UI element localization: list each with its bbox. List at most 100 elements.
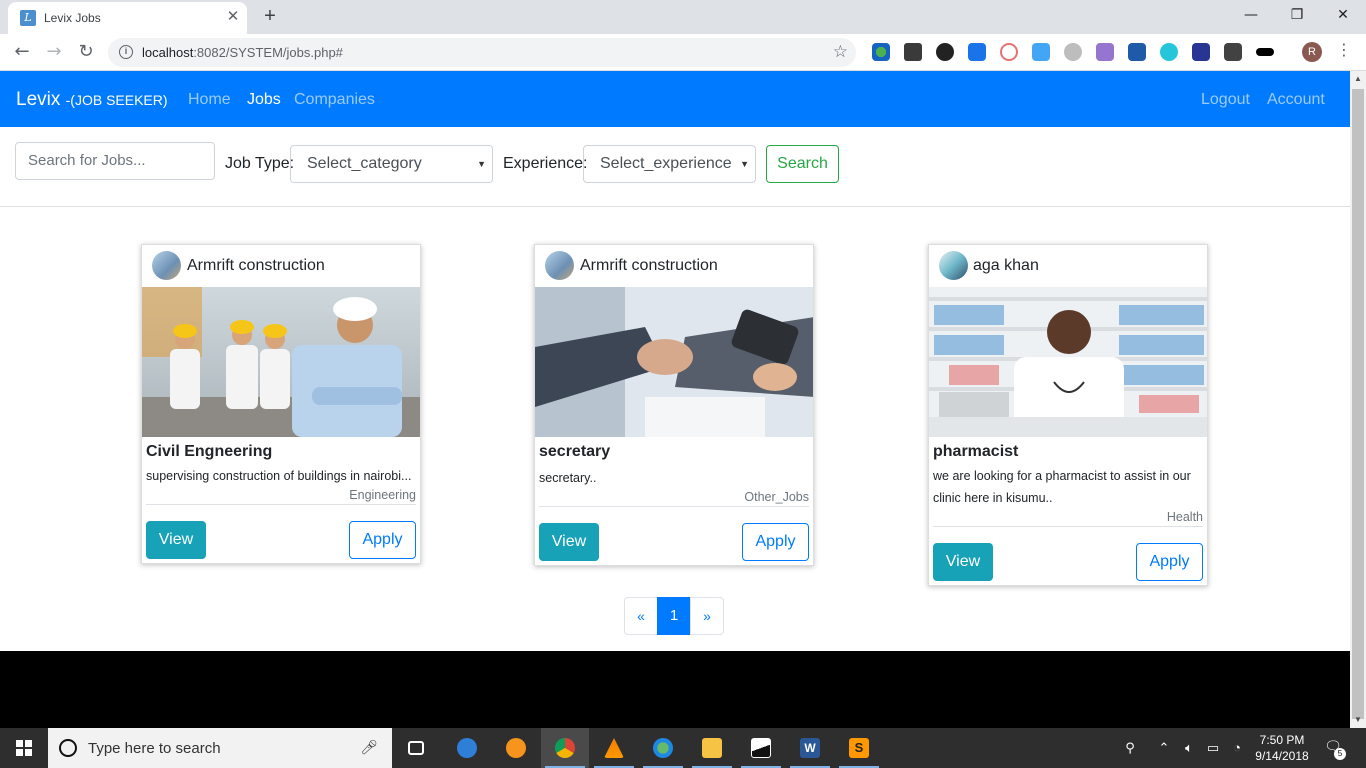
taskbar-globe-app[interactable]	[639, 728, 687, 768]
job-search-bar: Search for Jobs... Job Type: Select_cate…	[0, 127, 1350, 207]
scroll-down-icon[interactable]: ▼	[1350, 712, 1366, 728]
nav-companies[interactable]: Companies	[294, 91, 375, 109]
taskbar-photos[interactable]	[737, 728, 785, 768]
company-name: aga khan	[973, 257, 1039, 274]
profile-avatar[interactable]: R	[1302, 42, 1322, 62]
browser-tabstrip: L Levix Jobs ✕ + — ❐ ✕	[0, 0, 1366, 34]
people-icon[interactable]: ⚲	[1118, 728, 1142, 768]
job-description: we are looking for a pharmacist to assis…	[933, 469, 1191, 505]
extension-block-icon[interactable]	[1000, 43, 1018, 61]
site-favicon-icon: L	[20, 10, 36, 26]
pagination-next[interactable]: »	[690, 597, 724, 635]
search-jobs-input[interactable]: Search for Jobs...	[15, 142, 215, 180]
sublime-icon: S	[849, 738, 869, 758]
apply-job-button[interactable]: Apply	[742, 523, 809, 561]
action-center-icon[interactable]: 🗨︎ 5	[1322, 738, 1346, 760]
taskbar-sublime[interactable]: S	[835, 728, 883, 768]
wifi-icon[interactable]: ◔	[1226, 728, 1248, 768]
start-button[interactable]	[0, 728, 48, 768]
clock-date: 9/14/2018	[1255, 749, 1309, 763]
page-viewport: Levix -(JOB SEEKER) Home Jobs Companies …	[0, 71, 1350, 651]
dropdown-caret-icon: ▼	[740, 159, 749, 169]
pagination: « 1 »	[624, 597, 724, 635]
reload-icon[interactable]: ↻	[74, 40, 98, 64]
company-name: Armrift construction	[580, 257, 718, 274]
taskbar-search[interactable]: Type here to search 🎤︎	[48, 728, 392, 768]
job-title[interactable]: Civil Engneering	[146, 443, 416, 461]
restore-icon[interactable]: ❐	[1274, 0, 1320, 30]
company-avatar	[939, 251, 968, 280]
nav-home[interactable]: Home	[188, 91, 231, 109]
job-image-handshake	[535, 287, 813, 437]
brand[interactable]: Levix -(JOB SEEKER)	[16, 89, 168, 111]
scroll-thumb[interactable]	[1352, 89, 1364, 719]
show-hidden-icons-icon[interactable]: ⌃	[1154, 728, 1174, 768]
scroll-up-icon[interactable]: ▲	[1350, 71, 1366, 87]
system-clock[interactable]: 7:50 PM 9/14/2018	[1250, 732, 1314, 764]
new-tab-icon[interactable]: +	[258, 4, 282, 28]
volume-icon[interactable]: 🔈︎	[1178, 728, 1200, 768]
task-view-icon	[408, 741, 424, 755]
browser-tab[interactable]: L Levix Jobs ✕	[8, 2, 247, 34]
job-type-select[interactable]: Select_category ▼	[290, 145, 493, 183]
taskbar-file-explorer[interactable]	[688, 728, 736, 768]
dropdown-caret-icon: ▼	[477, 159, 486, 169]
experience-select[interactable]: Select_experience ▼	[583, 145, 756, 183]
view-job-button[interactable]: View	[539, 523, 599, 561]
extension-gear-icon[interactable]	[936, 43, 954, 61]
job-category: Other_Jobs	[744, 490, 809, 504]
extension-m-icon[interactable]	[1064, 43, 1082, 61]
taskbar-vlc[interactable]	[590, 728, 638, 768]
vlc-icon	[604, 738, 624, 758]
taskbar-chrome[interactable]	[541, 728, 589, 768]
job-title[interactable]: pharmacist	[933, 443, 1203, 461]
taskbar-search-app[interactable]	[492, 728, 540, 768]
pagination-prev[interactable]: «	[624, 597, 658, 635]
apply-job-button[interactable]: Apply	[1136, 543, 1203, 581]
clock-time: 7:50 PM	[1259, 733, 1305, 747]
bookmark-star-icon[interactable]: ☆	[833, 42, 848, 62]
job-title[interactable]: secretary	[539, 443, 809, 461]
extension-flag-icon[interactable]	[1192, 43, 1210, 61]
extension-globe-icon[interactable]	[872, 43, 890, 61]
extension-bus-icon[interactable]	[904, 43, 922, 61]
close-window-icon[interactable]: ✕	[1320, 0, 1366, 30]
task-view-button[interactable]	[392, 728, 440, 768]
extension-doc-icon[interactable]	[1096, 43, 1114, 61]
apply-job-button[interactable]: Apply	[349, 521, 416, 559]
experience-label: Experience:	[503, 155, 588, 172]
url-text[interactable]: localhost:8082/SYSTEM/jobs.php#	[142, 45, 343, 60]
extension-wave-icon[interactable]	[1256, 48, 1274, 56]
extension-printer-icon[interactable]	[1128, 43, 1146, 61]
nav-logout[interactable]: Logout	[1201, 91, 1250, 109]
job-description: secretary..	[539, 471, 597, 485]
job-card: Armrift construction Civil Engneering su…	[141, 244, 421, 564]
taskbar-word[interactable]: W	[786, 728, 834, 768]
nav-jobs[interactable]: Jobs	[247, 91, 281, 109]
close-tab-icon[interactable]: ✕	[224, 8, 242, 26]
extension-mail-icon[interactable]	[968, 43, 986, 61]
taskbar-edge[interactable]	[443, 728, 491, 768]
view-job-button[interactable]: View	[933, 543, 993, 581]
pagination-page-1[interactable]: 1	[657, 597, 691, 635]
back-icon[interactable]: ←	[10, 40, 34, 64]
job-category: Health	[1166, 510, 1203, 524]
job-card: Armrift construction secretary secretary…	[534, 244, 814, 566]
extension-atom-icon[interactable]	[1160, 43, 1178, 61]
view-job-button[interactable]: View	[146, 521, 206, 559]
address-bar[interactable]: i localhost:8082/SYSTEM/jobs.php# ☆	[108, 38, 856, 67]
minimize-icon[interactable]: —	[1228, 0, 1274, 30]
word-icon: W	[800, 738, 820, 758]
page-scrollbar[interactable]: ▲ ▼	[1350, 71, 1366, 728]
company-avatar	[545, 251, 574, 280]
battery-icon[interactable]: ▭	[1202, 728, 1224, 768]
site-info-icon[interactable]: i	[119, 45, 133, 59]
forward-icon[interactable]: →	[42, 40, 66, 64]
extension-download-icon[interactable]	[1224, 43, 1242, 61]
microphone-icon[interactable]: 🎤︎	[360, 739, 378, 756]
nav-account[interactable]: Account	[1267, 91, 1325, 109]
search-button[interactable]: Search	[766, 145, 839, 183]
browser-menu-icon[interactable]: ⋮	[1336, 41, 1352, 61]
extension-calendar-icon[interactable]	[1032, 43, 1050, 61]
extension-icons	[872, 43, 1274, 61]
